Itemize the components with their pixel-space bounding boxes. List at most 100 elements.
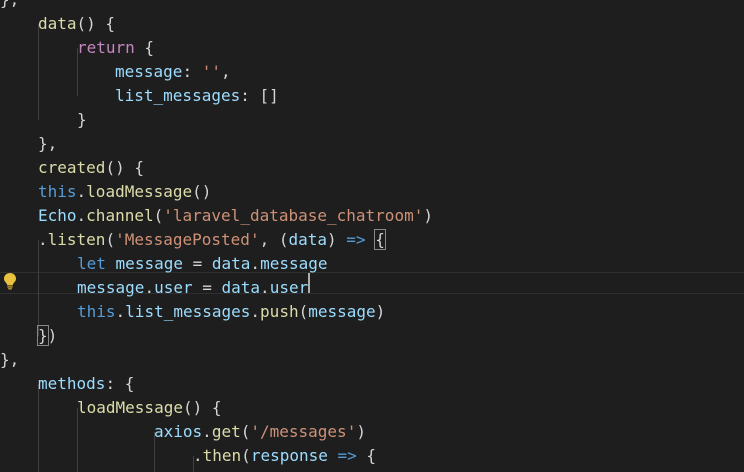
- code-line[interactable]: message.user = data.user: [77, 276, 308, 300]
- code-token: axios: [154, 422, 203, 441]
- code-token: 'MessagePosted': [115, 230, 260, 249]
- code-line[interactable]: return {: [77, 36, 154, 60]
- code-token: () {: [105, 158, 144, 177]
- code-token: (: [298, 302, 309, 321]
- indent-guide: [38, 384, 39, 472]
- code-token: (: [240, 422, 251, 441]
- text-cursor: [308, 273, 310, 293]
- code-token: =: [182, 254, 212, 273]
- code-token: response: [250, 446, 328, 465]
- code-token: =>: [346, 230, 366, 249]
- code-token: this: [77, 302, 116, 321]
- code-line[interactable]: this.list_messages.push(message): [77, 300, 385, 324]
- code-token: message: [308, 302, 376, 321]
- code-line[interactable]: Echo.channel('laravel_database_chatroom'…: [38, 204, 433, 228]
- code-token: .: [144, 278, 155, 297]
- code-token: :: [182, 62, 202, 81]
- code-token: ): [47, 326, 58, 345]
- code-token: push: [260, 302, 299, 321]
- code-token: data: [211, 254, 251, 273]
- code-token: }: [77, 110, 87, 129]
- matching-bracket: }: [37, 325, 49, 346]
- code-token: message: [260, 254, 328, 273]
- code-token: list_messages: [125, 302, 251, 321]
- code-token: },: [38, 134, 58, 153]
- code-token: : {: [105, 374, 135, 393]
- code-token: message: [77, 278, 145, 297]
- code-token: created: [38, 158, 106, 177]
- matching-bracket: {: [374, 229, 386, 250]
- code-token: loadMessage: [77, 398, 183, 417]
- code-token: {: [134, 38, 155, 57]
- code-token: },: [0, 0, 19, 9]
- code-line[interactable]: }): [37, 324, 58, 348]
- code-token: .: [260, 278, 270, 297]
- code-token: =: [192, 278, 222, 297]
- code-token: then: [202, 446, 242, 465]
- lightbulb-icon[interactable]: [3, 272, 17, 290]
- code-token: this: [38, 182, 77, 201]
- code-token: listen: [47, 230, 106, 249]
- code-token: (): [192, 182, 212, 201]
- code-token: , (: [259, 230, 289, 249]
- code-token: ): [423, 206, 433, 225]
- code-token: loadMessage: [86, 182, 193, 201]
- code-token: 'laravel_database_chatroom': [163, 206, 424, 225]
- code-token: ): [356, 422, 366, 441]
- code-token: (: [153, 206, 164, 225]
- code-token: () {: [182, 398, 222, 417]
- code-line[interactable]: }: [77, 108, 87, 132]
- code-token: .: [38, 230, 48, 249]
- code-line[interactable]: .listen('MessagePosted', (data) => {: [38, 228, 386, 252]
- code-token: .: [250, 302, 261, 321]
- code-line[interactable]: message: '',: [115, 60, 231, 84]
- code-token: (: [105, 230, 116, 249]
- code-token: .: [76, 206, 87, 225]
- code-token: get: [211, 422, 241, 441]
- code-line[interactable]: data() {: [38, 12, 115, 36]
- code-token: .: [115, 302, 126, 321]
- code-line[interactable]: this.list_messages = response.data: [230, 468, 558, 472]
- code-token: Echo: [38, 206, 77, 225]
- code-line[interactable]: methods: {: [38, 372, 134, 396]
- code-token: message: [115, 254, 183, 273]
- code-token: let: [77, 254, 106, 273]
- code-token: methods: [38, 374, 106, 393]
- code-line[interactable]: let message = data.message: [77, 252, 328, 276]
- code-line[interactable]: axios.get('/messages'): [154, 420, 366, 444]
- code-line[interactable]: .then(response => {: [193, 444, 376, 468]
- code-line[interactable]: },: [0, 0, 19, 12]
- code-token: '/messages': [250, 422, 357, 441]
- code-token: () {: [76, 14, 116, 33]
- code-token: return: [77, 38, 135, 57]
- code-token: .: [193, 446, 203, 465]
- code-token: },: [0, 350, 20, 369]
- code-token: '': [201, 62, 221, 81]
- code-token: list_messages: [115, 86, 241, 105]
- code-token: channel: [86, 206, 154, 225]
- code-token: message: [115, 62, 183, 81]
- code-line[interactable]: loadMessage() {: [77, 396, 222, 420]
- code-token: user: [154, 278, 193, 297]
- code-token: .: [250, 254, 261, 273]
- code-token: .: [76, 182, 87, 201]
- code-line[interactable]: },: [38, 132, 57, 156]
- code-token: data: [288, 230, 328, 249]
- code-token: {: [356, 446, 377, 465]
- indent-guide: [38, 240, 39, 336]
- code-line[interactable]: },: [0, 348, 19, 372]
- code-token: ): [327, 230, 347, 249]
- code-token: .: [202, 422, 212, 441]
- code-line[interactable]: created() {: [38, 156, 144, 180]
- code-token: (: [241, 446, 251, 465]
- code-line[interactable]: this.loadMessage(): [38, 180, 211, 204]
- code-token: : []: [240, 86, 279, 105]
- code-token: ,: [220, 62, 231, 81]
- code-line[interactable]: list_messages: []: [115, 84, 279, 108]
- code-editor[interactable]: },data() {return {message: '',list_messa…: [0, 0, 744, 472]
- code-token: data: [38, 14, 77, 33]
- code-token: data: [221, 278, 261, 297]
